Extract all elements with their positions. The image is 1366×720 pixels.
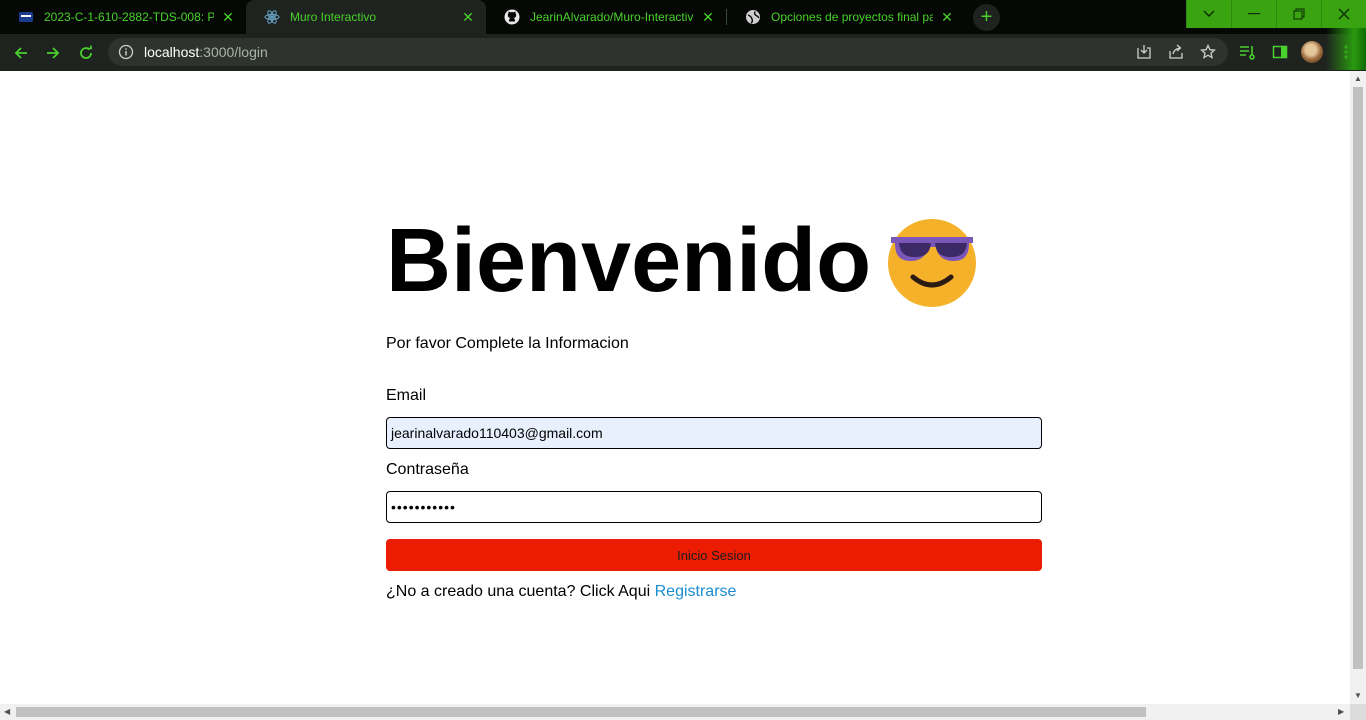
password-field[interactable]: ••••••••••• bbox=[386, 491, 1042, 523]
scroll-up-icon[interactable]: ▲ bbox=[1354, 74, 1362, 83]
register-link[interactable]: Registrarse bbox=[655, 583, 737, 600]
chevron-down-icon bbox=[1203, 10, 1215, 17]
register-prompt-text: ¿No a creado una cuenta? Click Aqui bbox=[386, 583, 651, 600]
share-icon[interactable] bbox=[1166, 42, 1186, 62]
github-icon bbox=[504, 9, 520, 25]
login-form: Bienvenido Por favor Complete la Informa… bbox=[386, 211, 1042, 601]
welcome-heading: Bienvenido bbox=[386, 211, 1042, 311]
new-tab-button[interactable]: + bbox=[973, 4, 1000, 31]
moodle-icon bbox=[18, 9, 34, 25]
install-app-icon[interactable] bbox=[1134, 42, 1154, 62]
tab-github[interactable]: JearinAlvarado/Muro-Interactivo ✕ bbox=[486, 0, 726, 34]
horizontal-scroll-thumb[interactable] bbox=[16, 707, 1146, 717]
close-tab-icon[interactable]: ✕ bbox=[700, 9, 716, 25]
page-title: Bienvenido bbox=[386, 211, 872, 311]
scroll-down-icon[interactable]: ▼ bbox=[1354, 691, 1362, 700]
tab-search-button[interactable] bbox=[1186, 0, 1231, 28]
window-frame-accent bbox=[1326, 28, 1366, 70]
form-subtitle: Por favor Complete la Informacion bbox=[386, 335, 629, 352]
horizontal-scrollbar[interactable]: ◀ ▶ bbox=[0, 704, 1350, 720]
page-viewport: Bienvenido Por favor Complete la Informa… bbox=[0, 71, 1350, 704]
close-window-button[interactable] bbox=[1321, 0, 1366, 28]
tab-strip: 2023-C-1-610-2882-TDS-008: Pro ✕ Muro In… bbox=[0, 0, 1366, 34]
tab-course[interactable]: 2023-C-1-610-2882-TDS-008: Pro ✕ bbox=[0, 0, 246, 34]
url-path: :3000/login bbox=[199, 44, 268, 60]
arrow-left-icon bbox=[14, 47, 27, 59]
close-icon bbox=[1338, 8, 1350, 20]
sunglasses-emoji-icon bbox=[885, 213, 981, 309]
url-host: localhost bbox=[144, 44, 200, 60]
tab-title: Muro Interactivo bbox=[290, 10, 377, 24]
tab-opciones[interactable]: Opciones de proyectos final para ✕ bbox=[727, 0, 965, 34]
vertical-scroll-thumb[interactable] bbox=[1353, 87, 1363, 669]
site-info-icon[interactable] bbox=[118, 44, 134, 60]
address-bar[interactable]: localhost:3000/login bbox=[108, 38, 1228, 66]
scrollbar-corner bbox=[1350, 704, 1366, 720]
back-button[interactable] bbox=[8, 40, 34, 66]
arrow-right-icon bbox=[47, 47, 60, 59]
close-tab-icon[interactable]: ✕ bbox=[460, 9, 476, 25]
password-label: Contraseña bbox=[386, 461, 469, 478]
tab-title: Opciones de proyectos final para bbox=[771, 10, 933, 24]
email-value: jearinalvarado110403@gmail.com bbox=[391, 425, 603, 441]
email-field[interactable]: jearinalvarado110403@gmail.com bbox=[386, 417, 1042, 449]
tab-title: 2023-C-1-610-2882-TDS-008: Pro bbox=[44, 10, 214, 24]
close-tab-icon[interactable]: ✕ bbox=[220, 9, 236, 25]
url-text: localhost:3000/login bbox=[144, 44, 268, 60]
minimize-icon bbox=[1248, 13, 1260, 15]
side-panel-icon[interactable] bbox=[1268, 40, 1292, 64]
minimize-button[interactable] bbox=[1231, 0, 1276, 28]
close-tab-icon[interactable]: ✕ bbox=[939, 9, 955, 25]
bookmark-star-icon[interactable] bbox=[1198, 42, 1218, 62]
tab-muro-interactivo[interactable]: Muro Interactivo ✕ bbox=[246, 0, 486, 34]
scroll-right-icon[interactable]: ▶ bbox=[1338, 707, 1344, 716]
login-submit-button[interactable]: Inicio Sesion bbox=[386, 539, 1042, 571]
password-value: ••••••••••• bbox=[391, 499, 456, 515]
tab-title: JearinAlvarado/Muro-Interactivo bbox=[530, 10, 694, 24]
reading-list-icon[interactable] bbox=[1236, 40, 1260, 64]
reload-button[interactable] bbox=[73, 40, 99, 66]
profile-avatar[interactable] bbox=[1301, 41, 1323, 63]
vertical-scrollbar[interactable]: ▲ ▼ bbox=[1350, 71, 1366, 704]
forward-button[interactable] bbox=[40, 40, 66, 66]
restore-button[interactable] bbox=[1276, 0, 1321, 28]
restore-icon bbox=[1293, 8, 1305, 20]
reload-icon bbox=[80, 45, 92, 59]
react-icon bbox=[264, 9, 280, 25]
register-prompt: ¿No a creado una cuenta? Click Aqui Regi… bbox=[386, 583, 1042, 601]
scroll-left-icon[interactable]: ◀ bbox=[4, 707, 10, 716]
browser-toolbar: localhost:3000/login bbox=[0, 34, 1366, 71]
window-controls bbox=[1186, 0, 1366, 28]
globe-icon bbox=[745, 9, 761, 25]
email-label: Email bbox=[386, 387, 427, 404]
